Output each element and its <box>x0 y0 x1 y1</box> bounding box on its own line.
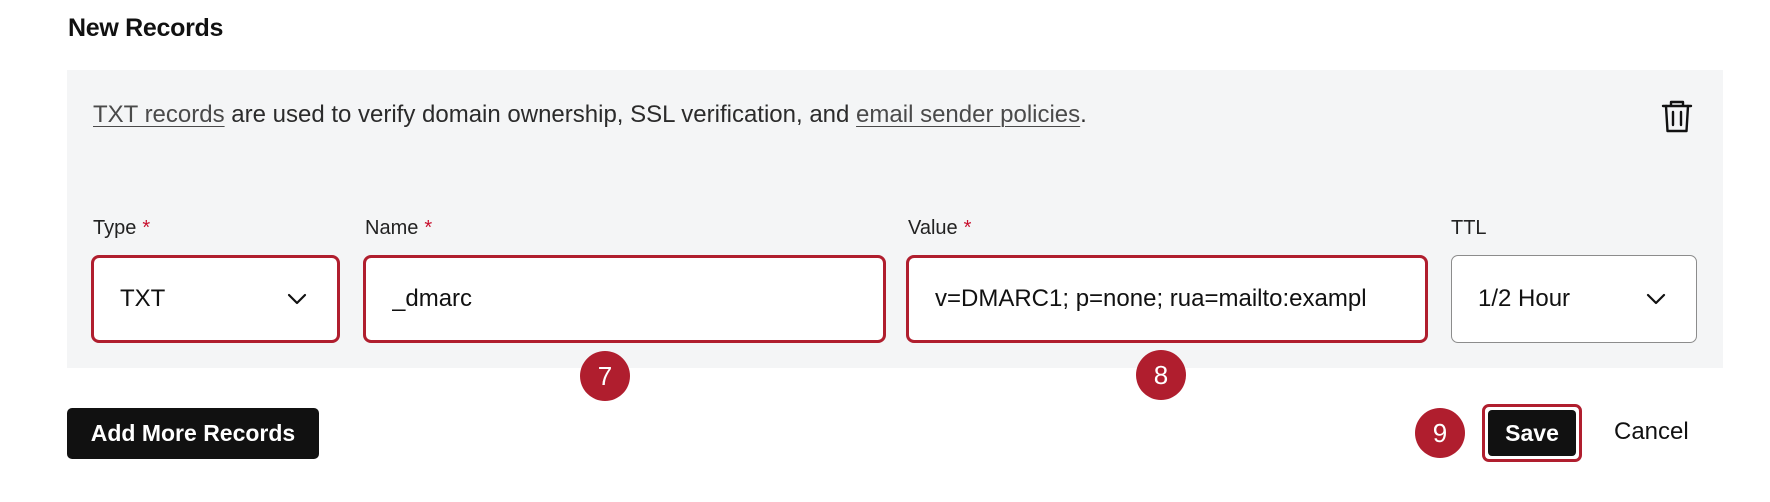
name-input[interactable]: _dmarc <box>363 255 886 343</box>
cancel-button[interactable]: Cancel <box>1614 418 1689 446</box>
step-badge-7: 7 <box>580 351 630 401</box>
required-marker: * <box>424 217 433 239</box>
value-input-value: v=DMARC1; p=none; rua=mailto:exampl <box>935 285 1367 312</box>
required-marker: * <box>963 217 972 239</box>
record-description: TXT records are used to verify domain ow… <box>93 101 1087 129</box>
email-sender-policies-link[interactable]: email sender policies <box>856 101 1080 128</box>
type-label: Type * <box>93 217 151 239</box>
ttl-select[interactable]: 1/2 Hour <box>1451 255 1697 343</box>
description-period: . <box>1080 101 1087 128</box>
type-select[interactable]: TXT <box>91 255 340 343</box>
name-input-value: _dmarc <box>392 285 473 312</box>
value-input[interactable]: v=DMARC1; p=none; rua=mailto:exampl <box>906 255 1428 343</box>
section-title: New Records <box>68 14 224 42</box>
chevron-down-icon <box>1646 293 1666 305</box>
ttl-label: TTL <box>1451 217 1487 239</box>
add-more-records-button[interactable]: Add More Records <box>67 408 319 459</box>
ttl-select-value: 1/2 Hour <box>1478 285 1571 312</box>
required-marker: * <box>142 217 151 239</box>
name-label: Name * <box>365 217 433 239</box>
txt-records-link[interactable]: TXT records <box>93 101 225 128</box>
step-badge-9: 9 <box>1415 408 1465 458</box>
save-button[interactable]: Save <box>1488 410 1576 456</box>
step-badge-8: 8 <box>1136 350 1186 400</box>
description-text: are used to verify domain ownership, SSL… <box>224 101 857 128</box>
type-select-value: TXT <box>120 285 166 312</box>
chevron-down-icon <box>287 293 307 305</box>
save-button-highlight: Save <box>1482 404 1582 462</box>
trash-icon[interactable] <box>1660 98 1694 134</box>
value-label: Value * <box>908 217 972 239</box>
